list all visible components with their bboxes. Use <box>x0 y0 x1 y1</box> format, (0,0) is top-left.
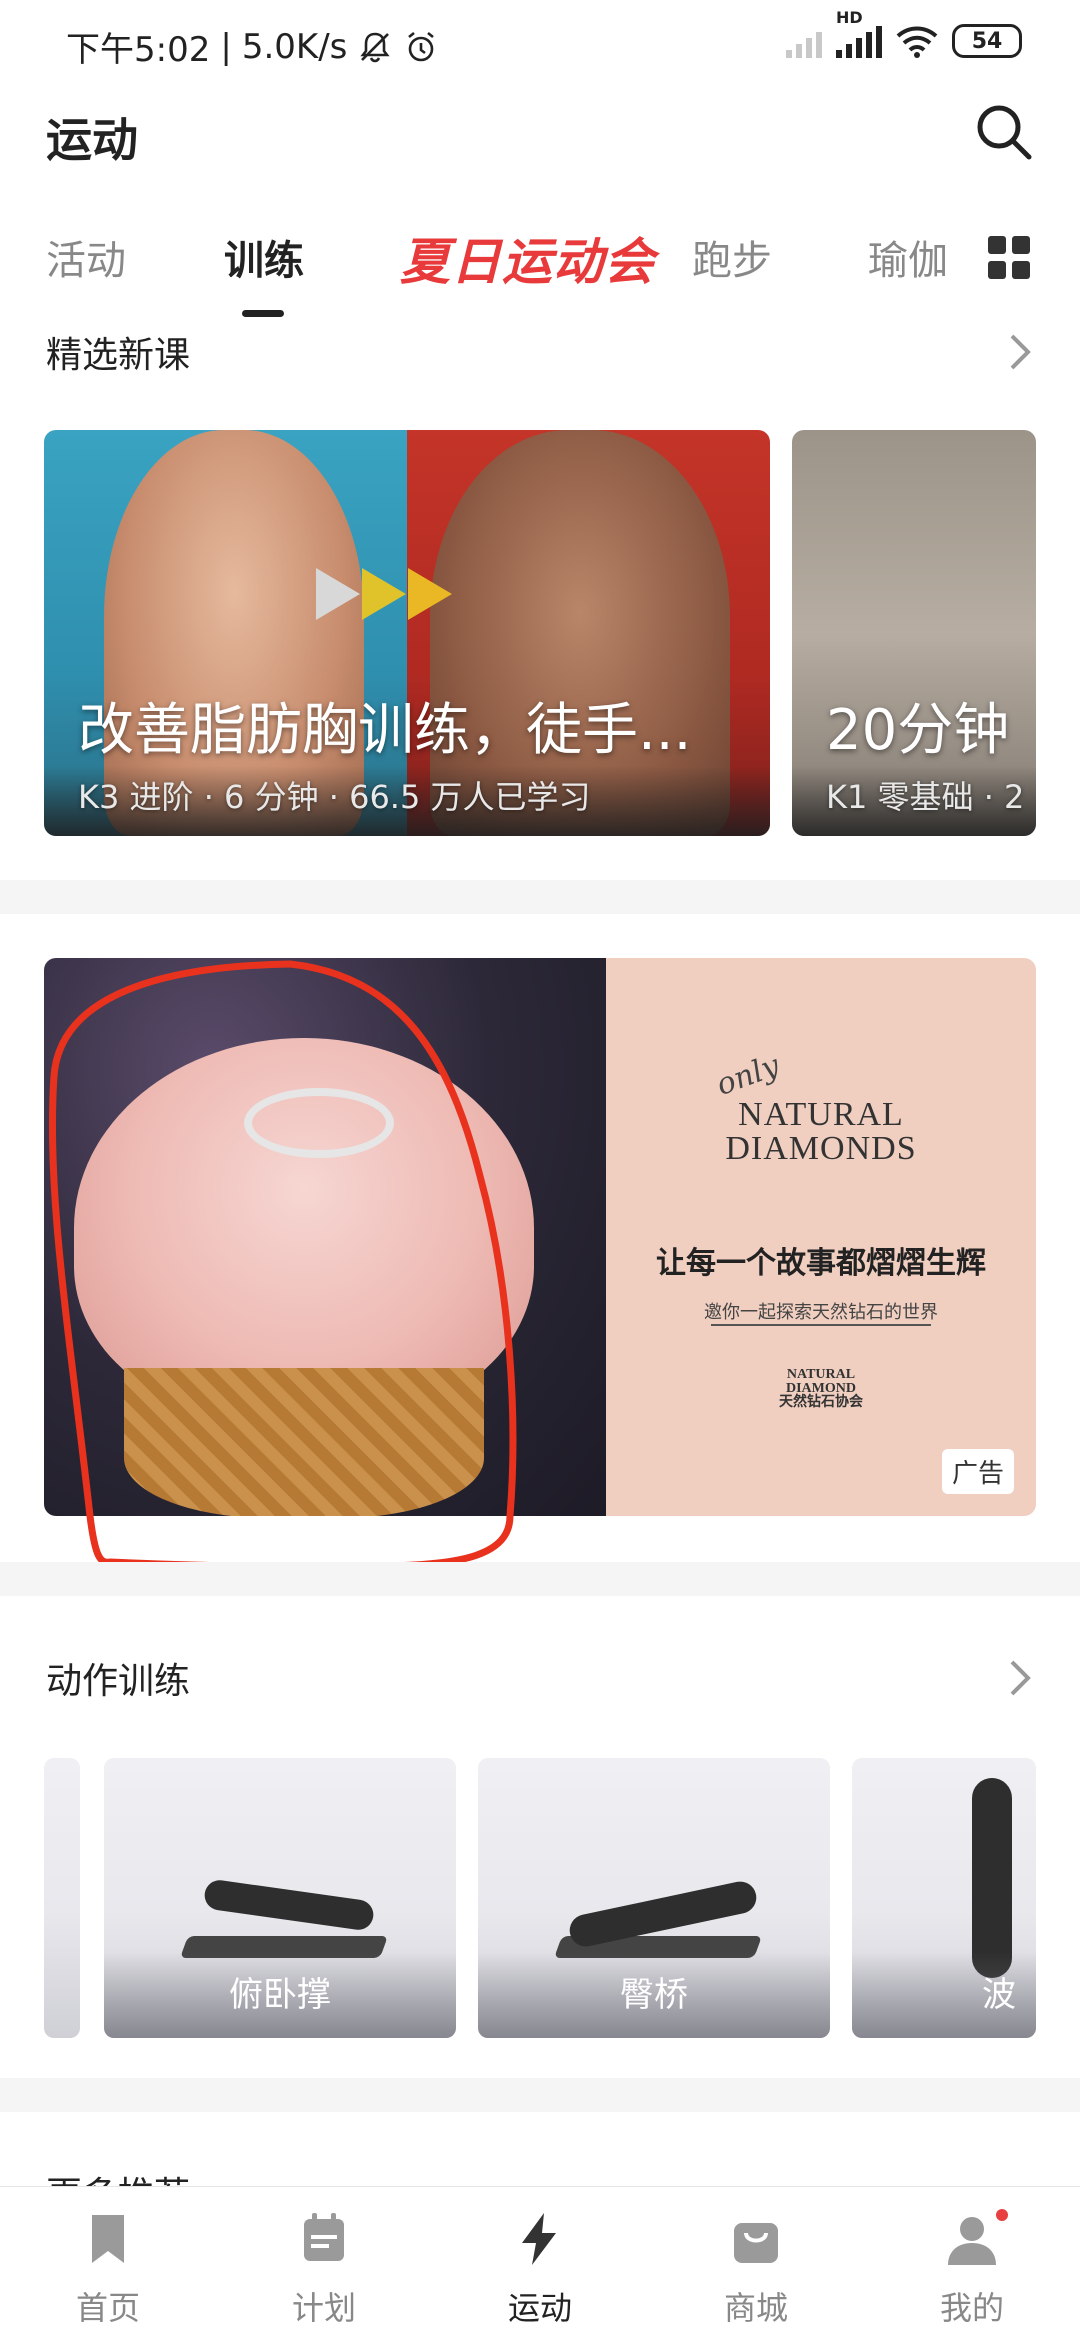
section-divider <box>0 1562 1080 1596</box>
ad-subtitle: 邀你一起探索天然钻石的世界 <box>704 1302 938 1323</box>
bottom-nav: 首页 计划 运动 商城 我的 <box>0 2186 1080 2340</box>
course-title: 20分钟 <box>826 698 1010 763</box>
course-card[interactable]: 改善脂肪胸训练，徒手... K3 进阶 · 6 分钟 · 66.5 万人已学习 <box>44 430 770 836</box>
status-bar: 下午5:02 | 5.0K/s HD 54 <box>0 0 1080 92</box>
battery-icon: 54 <box>952 24 1022 58</box>
action-card[interactable]: 俯卧撑 <box>104 1758 456 2038</box>
header: 运动 <box>0 92 1080 222</box>
search-icon[interactable] <box>972 100 1036 164</box>
active-tab-indicator <box>242 310 284 317</box>
featured-section-title: 精选新课 <box>46 335 191 376</box>
chevron-right-icon[interactable] <box>1000 1654 1040 1702</box>
actions-section-title: 动作训练 <box>46 1661 191 1702</box>
nav-label: 我的 <box>939 2289 1004 2327</box>
featured-section-header[interactable]: 精选新课 <box>0 326 1080 386</box>
action-label: 俯卧撑 <box>104 1952 456 2038</box>
tab-training[interactable]: 训练 <box>224 228 304 286</box>
alarm-clock-icon <box>408 31 435 61</box>
ad-photo <box>44 958 606 1516</box>
signal-sim1-icon <box>836 24 882 58</box>
ad-logo-line2: DIAMOND <box>786 1381 856 1396</box>
progress-arrows-icon <box>316 568 452 620</box>
action-card[interactable]: 波 <box>852 1758 1036 2038</box>
ad-logo: NATURAL DIAMOND 天然钻石协会 <box>606 1368 1036 1410</box>
ad-brand-line2: DIAMONDS <box>725 1130 917 1167</box>
exercise-figure <box>202 1878 376 1932</box>
lightning-icon <box>522 2213 556 2265</box>
action-label: 臀桥 <box>478 1952 830 2038</box>
exercise-figure <box>972 1778 1012 1978</box>
hd-badge: HD <box>836 8 863 27</box>
chevron-right-icon[interactable] <box>1000 328 1040 376</box>
course-meta: K1 零基础 · 2 <box>826 778 1025 816</box>
ad-brand-line1: NATURAL <box>738 1096 904 1133</box>
tab-yoga[interactable]: 瑜伽 <box>868 228 948 286</box>
status-time: 下午5:02 <box>66 30 211 70</box>
bell-muted-icon <box>360 32 390 62</box>
shopping-bag-icon <box>734 2223 778 2263</box>
battery-level: 54 <box>971 28 1003 54</box>
nav-label: 计划 <box>291 2289 356 2327</box>
action-card-partial[interactable] <box>44 1758 80 2038</box>
ad-logo-line1: NATURAL <box>786 1367 856 1382</box>
category-tabs: 活动 训练 夏日运动会 跑步 瑜伽 <box>0 222 1080 318</box>
ad-text-panel: only NATURAL DIAMONDS 让每一个故事都熠熠生辉 邀你一起探索… <box>606 958 1036 1516</box>
status-separator: | <box>220 26 232 67</box>
nav-item-plan[interactable]: 计划 <box>216 2187 432 2340</box>
ad-badge[interactable]: 广告 <box>941 1449 1014 1494</box>
wifi-icon <box>896 26 938 58</box>
diamond-ring-image <box>244 1088 394 1158</box>
course-card[interactable]: 20分钟 K1 零基础 · 2 <box>792 430 1036 836</box>
nav-label: 首页 <box>75 2289 140 2327</box>
status-right: HD 54 <box>786 8 1022 58</box>
status-net-speed: 5.0K/s <box>241 26 348 67</box>
signal-sim2-icon <box>786 24 822 58</box>
tab-running[interactable]: 跑步 <box>692 228 772 286</box>
ad-only-script: only <box>711 1048 784 1103</box>
ad-banner[interactable]: only NATURAL DIAMONDS 让每一个故事都熠熠生辉 邀你一起探索… <box>44 958 1036 1516</box>
section-divider <box>0 880 1080 914</box>
tab-activity[interactable]: 活动 <box>46 228 126 286</box>
tab-summer-games[interactable]: 夏日运动会 <box>400 222 655 294</box>
cone-image <box>124 1368 484 1516</box>
notification-dot <box>994 2207 1010 2223</box>
course-title: 改善脂肪胸训练，徒手... <box>78 698 692 763</box>
action-label: 波 <box>852 1952 1036 2038</box>
signal-sim1-wrapper: HD <box>836 8 882 58</box>
ad-slogan: 让每一个故事都熠熠生辉 <box>656 1246 986 1281</box>
page-title: 运动 <box>46 113 138 167</box>
all-categories-grid-icon[interactable] <box>988 236 1032 280</box>
course-meta: K3 进阶 · 6 分钟 · 66.5 万人已学习 <box>78 778 591 816</box>
action-card[interactable]: 臀桥 <box>478 1758 830 2038</box>
calendar-icon <box>304 2213 344 2261</box>
nav-label: 运动 <box>507 2289 572 2327</box>
ad-brand: NATURAL DIAMONDS <box>606 1098 1036 1166</box>
ad-subtitle-underline <box>711 1324 931 1326</box>
status-left: 下午5:02 | 5.0K/s <box>66 22 439 71</box>
nav-item-store[interactable]: 商城 <box>648 2187 864 2340</box>
section-divider <box>0 2078 1080 2112</box>
nav-label: 商城 <box>723 2289 788 2327</box>
bookmark-icon <box>92 2215 124 2263</box>
nav-item-home[interactable]: 首页 <box>0 2187 216 2340</box>
ad-logo-line3: 天然钻石协会 <box>779 1395 863 1410</box>
actions-section-header[interactable]: 动作训练 <box>0 1652 1080 1712</box>
nav-item-sports[interactable]: 运动 <box>432 2187 648 2340</box>
nav-item-profile[interactable]: 我的 <box>864 2187 1080 2340</box>
user-icon <box>948 2217 996 2265</box>
